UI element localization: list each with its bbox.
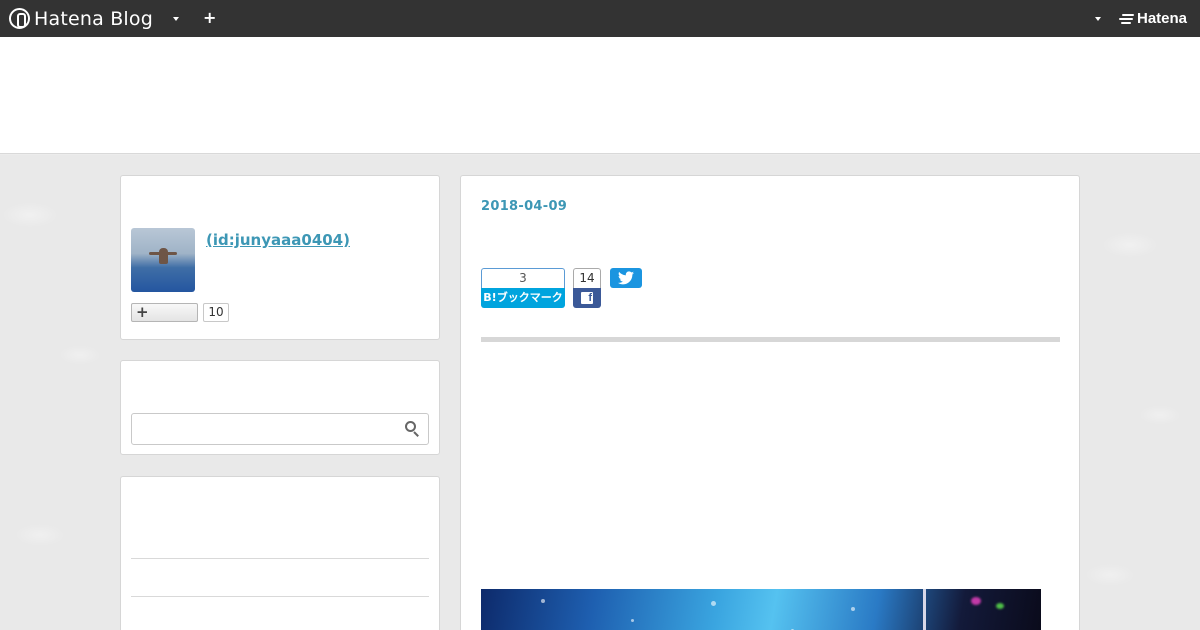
hatena-logo-icon <box>1118 13 1134 25</box>
hatena-home-link[interactable]: Hatena <box>1118 10 1187 27</box>
profile-name-link[interactable]: (id:junyaaa0404) <box>206 231 350 249</box>
hatena-logo-text: Hatena <box>1137 10 1188 27</box>
hatena-blog-logo-icon <box>9 8 30 29</box>
facebook-share-widget[interactable]: 14 f <box>573 268 601 308</box>
hatena-bookmark-widget[interactable]: 3 B!ブックマーク <box>481 268 565 308</box>
follow-button[interactable]: + <box>131 303 198 322</box>
search-input[interactable] <box>131 413 429 445</box>
blog-menu-caret-down-icon[interactable] <box>173 17 179 21</box>
facebook-share-count: 14 <box>573 268 601 288</box>
facebook-share-button[interactable]: f <box>573 288 601 308</box>
entry-divider <box>481 337 1060 342</box>
blog-header <box>0 37 1200 154</box>
post-date-link[interactable]: 2018-04-09 <box>481 199 567 214</box>
facebook-icon: f <box>581 292 593 304</box>
follow-count-badge: 10 <box>203 303 229 322</box>
hatena-bookmark-count[interactable]: 3 <box>481 268 565 288</box>
post-image[interactable] <box>481 589 1041 630</box>
avatar[interactable] <box>131 228 195 292</box>
sidebar-list-module <box>120 476 440 630</box>
twitter-share-button[interactable] <box>610 268 642 288</box>
list-divider <box>131 596 429 597</box>
article-entry: 2018-04-09 3 B!ブックマーク 14 f <box>460 175 1080 630</box>
global-header: Hatena Blog + Hatena <box>0 0 1200 37</box>
sidebar-profile-module: (id:junyaaa0404) + 10 <box>120 175 440 340</box>
hatena-bookmark-button[interactable]: B!ブックマーク <box>481 288 565 308</box>
sidebar-search-module <box>120 360 440 455</box>
hatena-blog-home-link[interactable]: Hatena Blog <box>9 7 153 30</box>
user-menu-caret-down-icon[interactable] <box>1095 17 1101 21</box>
add-post-plus-icon[interactable]: + <box>203 9 216 27</box>
hatena-blog-logo-text: Hatena Blog <box>34 7 153 30</box>
plus-icon: + <box>136 303 149 321</box>
list-divider <box>131 558 429 559</box>
search-icon[interactable] <box>405 421 421 437</box>
twitter-icon <box>618 271 634 285</box>
